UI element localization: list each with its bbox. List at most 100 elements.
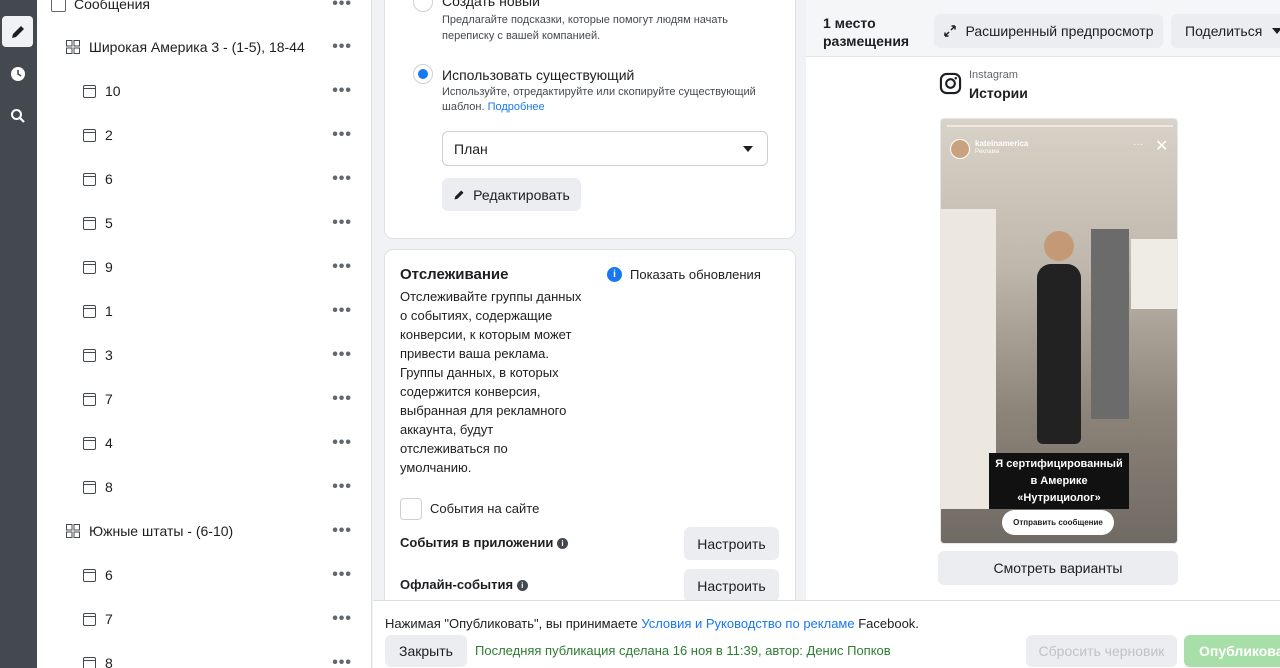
story-more-icon[interactable]: ···: [1133, 139, 1143, 150]
search-button[interactable]: [2, 100, 33, 131]
tree-ad-row[interactable]: 1 •••: [37, 296, 371, 326]
configure-app-events-button[interactable]: Настроить: [684, 527, 779, 560]
template-select[interactable]: План: [442, 131, 768, 166]
ad-icon: [82, 656, 96, 668]
more-options-icon[interactable]: •••: [332, 610, 352, 628]
more-options-icon[interactable]: •••: [332, 38, 352, 56]
cabinet-shape: [1131, 239, 1177, 309]
show-updates-link[interactable]: i Показать обновления: [607, 267, 761, 282]
edit-mode-button[interactable]: [2, 16, 33, 47]
ad-icon: [82, 84, 96, 98]
more-options-icon[interactable]: •••: [332, 258, 352, 276]
configure-offline-events-button[interactable]: Настроить: [684, 569, 779, 600]
placement-name: Истории: [969, 85, 1028, 101]
caption-line: Я сертифицированный: [995, 458, 1123, 470]
placement-count-line1: 1 место: [823, 15, 876, 31]
story-sponsored-label: Реклама: [975, 149, 1000, 155]
more-options-icon[interactable]: •••: [332, 522, 352, 540]
tracking-description-line: о событиях, содержащие: [400, 308, 553, 323]
story-preview[interactable]: kateinamerica Реклама ··· ✕ Я сертифицир…: [940, 118, 1178, 544]
info-outline-icon: i: [516, 580, 528, 592]
offline-events-label: Офлайн-события i: [400, 577, 528, 592]
ad-preview-panel: 1 место размещения Расширенный предпросм…: [806, 0, 1280, 600]
tree-ad-row[interactable]: 6 •••: [37, 560, 371, 590]
ad-icon: [82, 304, 96, 318]
tree-ad-row[interactable]: 5 •••: [37, 208, 371, 238]
close-button[interactable]: Закрыть: [385, 635, 467, 667]
tree-ad-row[interactable]: 7 •••: [37, 604, 371, 634]
person-body: [1037, 264, 1081, 444]
publish-bar: Нажимая "Опубликовать", вы принимаете Ус…: [373, 600, 1280, 668]
ad-label: 7: [105, 391, 113, 407]
story-account-name: kateinamerica: [975, 139, 1029, 148]
more-options-icon[interactable]: •••: [332, 654, 352, 668]
reset-draft-label: Сбросить черновик: [1038, 643, 1165, 659]
edit-template-button[interactable]: Редактировать: [442, 178, 581, 211]
tracking-description-line: Группы данных, в которых: [400, 365, 559, 380]
preview-header: 1 место размещения Расширенный предпросм…: [806, 0, 1280, 57]
create-new-radio[interactable]: [413, 0, 433, 12]
terms-link[interactable]: Условия и Руководство по рекламе: [641, 616, 854, 631]
more-options-icon[interactable]: •••: [332, 566, 352, 584]
ad-label: 1: [105, 303, 113, 319]
tree-ad-row[interactable]: 8 •••: [37, 648, 371, 668]
website-events-label: События на сайте: [430, 501, 540, 516]
adset-label: Широкая Америка 3 - (1-5), 18-44: [89, 39, 305, 55]
ad-label: 6: [105, 567, 113, 583]
avatar: [950, 139, 970, 159]
more-options-icon[interactable]: •••: [332, 170, 352, 188]
tree-ad-row[interactable]: 9 •••: [37, 252, 371, 282]
more-options-icon[interactable]: •••: [332, 214, 352, 232]
tree-adset-row[interactable]: Широкая Америка 3 - (1-5), 18-44 •••: [37, 32, 371, 62]
use-existing-radio[interactable]: [413, 64, 433, 84]
view-variants-button[interactable]: Смотреть варианты: [938, 551, 1178, 585]
ad-label: 6: [105, 171, 113, 187]
tree-ad-row[interactable]: 8 •••: [37, 472, 371, 502]
ad-icon: [82, 480, 96, 494]
history-button[interactable]: [2, 58, 33, 89]
tree-adset-row[interactable]: Южные штаты - (6-10) •••: [37, 516, 371, 546]
ad-label: 8: [105, 655, 113, 668]
ad-label: 5: [105, 215, 113, 231]
tracking-description-line: отслеживаться по: [400, 441, 508, 456]
more-options-icon[interactable]: •••: [332, 82, 352, 100]
create-new-label: Создать новый: [442, 0, 540, 9]
use-existing-description-end: шаблон.: [442, 101, 485, 113]
publish-button[interactable]: Опубликовать: [1184, 635, 1280, 667]
story-cta-button[interactable]: Отправить сообщение: [1002, 510, 1114, 535]
learn-more-link[interactable]: Подробнее: [488, 101, 545, 113]
more-options-icon[interactable]: •••: [332, 302, 352, 320]
story-close-icon[interactable]: ✕: [1155, 136, 1168, 156]
tracking-description: Отслеживайте группы данных о событиях, со…: [400, 287, 600, 477]
tree-ad-row[interactable]: 6 •••: [37, 164, 371, 194]
more-options-icon[interactable]: •••: [332, 126, 352, 144]
checkbox-icon[interactable]: [51, 0, 66, 12]
tree-ad-row[interactable]: 4 •••: [37, 428, 371, 458]
offline-events-text: Офлайн-события: [400, 577, 514, 592]
tracking-description-line: аккаунта, будут: [400, 422, 494, 437]
ad-icon: [82, 348, 96, 362]
more-options-icon[interactable]: •••: [332, 346, 352, 364]
publish-label: Опубликовать: [1199, 643, 1280, 659]
tracking-card: Отслеживание i Показать обновления Отсле…: [385, 250, 795, 600]
website-events-checkbox[interactable]: [400, 498, 422, 520]
more-options-icon[interactable]: •••: [332, 478, 352, 496]
more-options-icon[interactable]: •••: [332, 0, 352, 13]
more-options-icon[interactable]: •••: [332, 390, 352, 408]
door-shape: [941, 209, 996, 509]
edit-template-label: Редактировать: [473, 186, 570, 203]
reset-draft-button[interactable]: Сбросить черновик: [1026, 635, 1177, 667]
tree-ad-row[interactable]: 10 •••: [37, 76, 371, 106]
tree-ad-row[interactable]: 7 •••: [37, 384, 371, 414]
tree-item-label: Сообщения: [74, 0, 150, 12]
tree-ad-row[interactable]: 3 •••: [37, 340, 371, 370]
tree-item-messages[interactable]: Сообщения •••: [37, 0, 371, 19]
show-updates-label: Показать обновления: [630, 267, 761, 282]
ad-label: 2: [105, 127, 113, 143]
person-figure: [1044, 231, 1074, 261]
tracking-description-line: содержится конверсия,: [400, 384, 541, 399]
more-options-icon[interactable]: •••: [332, 434, 352, 452]
tree-ad-row[interactable]: 2 •••: [37, 120, 371, 150]
share-button[interactable]: Поделиться: [1171, 14, 1280, 48]
advanced-preview-button[interactable]: Расширенный предпросмотр: [934, 14, 1163, 48]
